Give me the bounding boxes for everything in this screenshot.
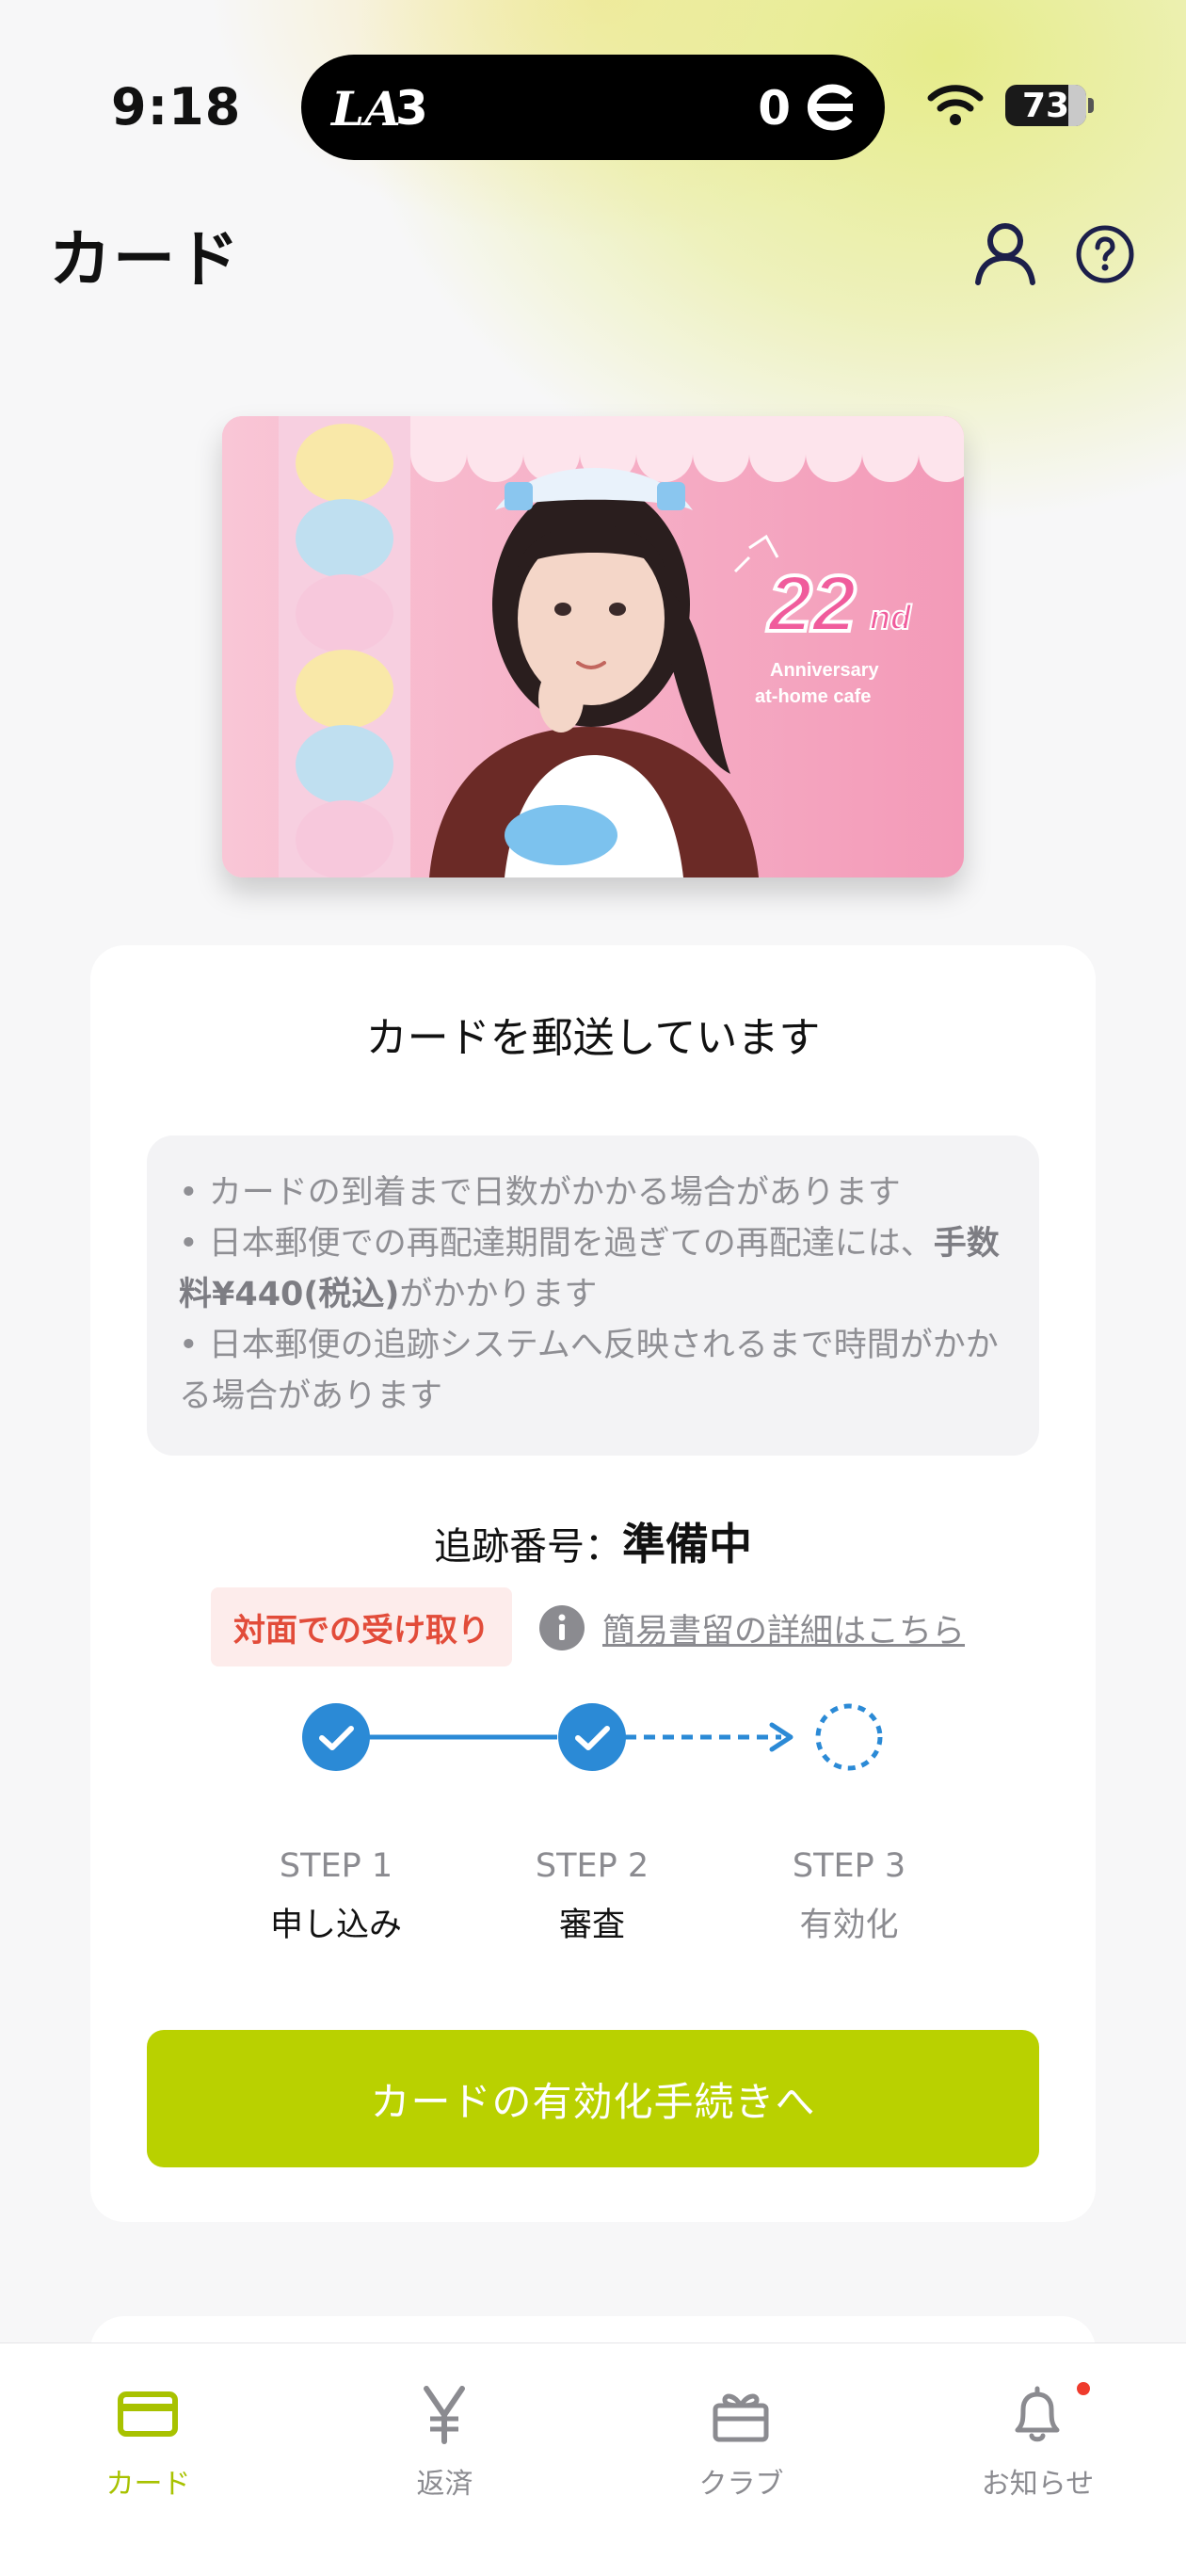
tab-notifications[interactable]: お知らせ: [890, 2343, 1186, 2532]
notice-box: • カードの到着まで日数がかかる場合があります • 日本郵便での再配達期間を過ぎ…: [147, 1135, 1039, 1456]
tab-notifications-label: お知らせ: [981, 2468, 1095, 2501]
step-2-check-icon: [558, 1703, 626, 1771]
tab-card[interactable]: カード: [0, 2343, 296, 2532]
step-3-pending-icon: [815, 1703, 883, 1771]
activate-card-button[interactable]: カードの有効化手続きへ: [147, 2030, 1039, 2167]
step-2-number: STEP 2: [535, 1847, 649, 1885]
battery-level: 73: [1021, 86, 1070, 125]
tab-club-label: クラブ: [698, 2468, 784, 2501]
tab-card-label: カード: [105, 2468, 191, 2501]
bottom-tab-bar: カード 返済 クラブ お知らせ: [0, 2343, 1186, 2576]
member-card-image[interactable]: 22 nd Anniversary at-home cafe: [222, 416, 964, 877]
info-icon[interactable]: [538, 1604, 585, 1651]
notice-line: • 日本郵便での再配達期間を過ぎての再配達には、手数料¥440(税込)がかかりま…: [179, 1225, 1000, 1313]
status-time: 9:18: [111, 77, 242, 137]
card-artwork: 22 nd Anniversary at-home cafe: [222, 416, 964, 877]
score-left: 3: [395, 81, 428, 136]
step-1-label: 申し込み: [269, 1907, 402, 1944]
dynamic-island-score[interactable]: LA 3 0: [301, 55, 885, 160]
badge-number: 22: [766, 559, 856, 648]
wifi-icon: [927, 85, 984, 125]
yen-icon: [424, 2386, 465, 2444]
step-2-label: 審査: [558, 1907, 625, 1944]
page-title: カード: [49, 223, 241, 296]
step-1-check-icon: [302, 1703, 370, 1771]
step-3-number: STEP 3: [792, 1847, 906, 1885]
tracking-value: 準備中: [622, 1519, 752, 1570]
team-left-logo: LA: [331, 81, 401, 137]
user-icon[interactable]: [973, 220, 1037, 286]
progress-stepper: [302, 1703, 883, 1771]
tab-club[interactable]: クラブ: [593, 2343, 890, 2532]
step-3-label: 有効化: [799, 1907, 899, 1944]
tab-repayment[interactable]: 返済: [296, 2343, 593, 2532]
tab-repayment-label: 返済: [416, 2468, 473, 2501]
reds-c-logo-icon: [807, 84, 853, 131]
pickup-badge: 対面での受け取り: [211, 1587, 512, 1666]
score-right: 0: [758, 81, 791, 136]
tracking-number: 追跡番号：準備中: [0, 1510, 1186, 1572]
badge-suffix: nd: [870, 598, 912, 636]
gift-icon: [713, 2393, 769, 2442]
help-circle-icon[interactable]: [1075, 224, 1135, 284]
battery-indicator: 73: [1005, 85, 1086, 126]
notice-line: • カードの到着まで日数がかかる場合があります: [179, 1174, 901, 1212]
badge-line1: Anniversary: [770, 660, 879, 681]
panel-title: カードを郵送しています: [365, 1014, 821, 1062]
bell-icon: [1015, 2386, 1060, 2442]
notification-badge: [1074, 2379, 1093, 2398]
card-icon: [118, 2391, 178, 2437]
battery-tip: [1088, 98, 1094, 113]
badge-line2: at-home cafe: [755, 686, 871, 707]
step-1-number: STEP 1: [279, 1847, 393, 1885]
notice-line: • 日本郵便の追跡システムへ反映されるまで時間がかかる場合があります: [179, 1327, 999, 1415]
tracking-label: 追跡番号：: [434, 1525, 622, 1569]
registered-mail-info-link[interactable]: 簡易書留の詳細はこちら: [602, 1604, 965, 1652]
